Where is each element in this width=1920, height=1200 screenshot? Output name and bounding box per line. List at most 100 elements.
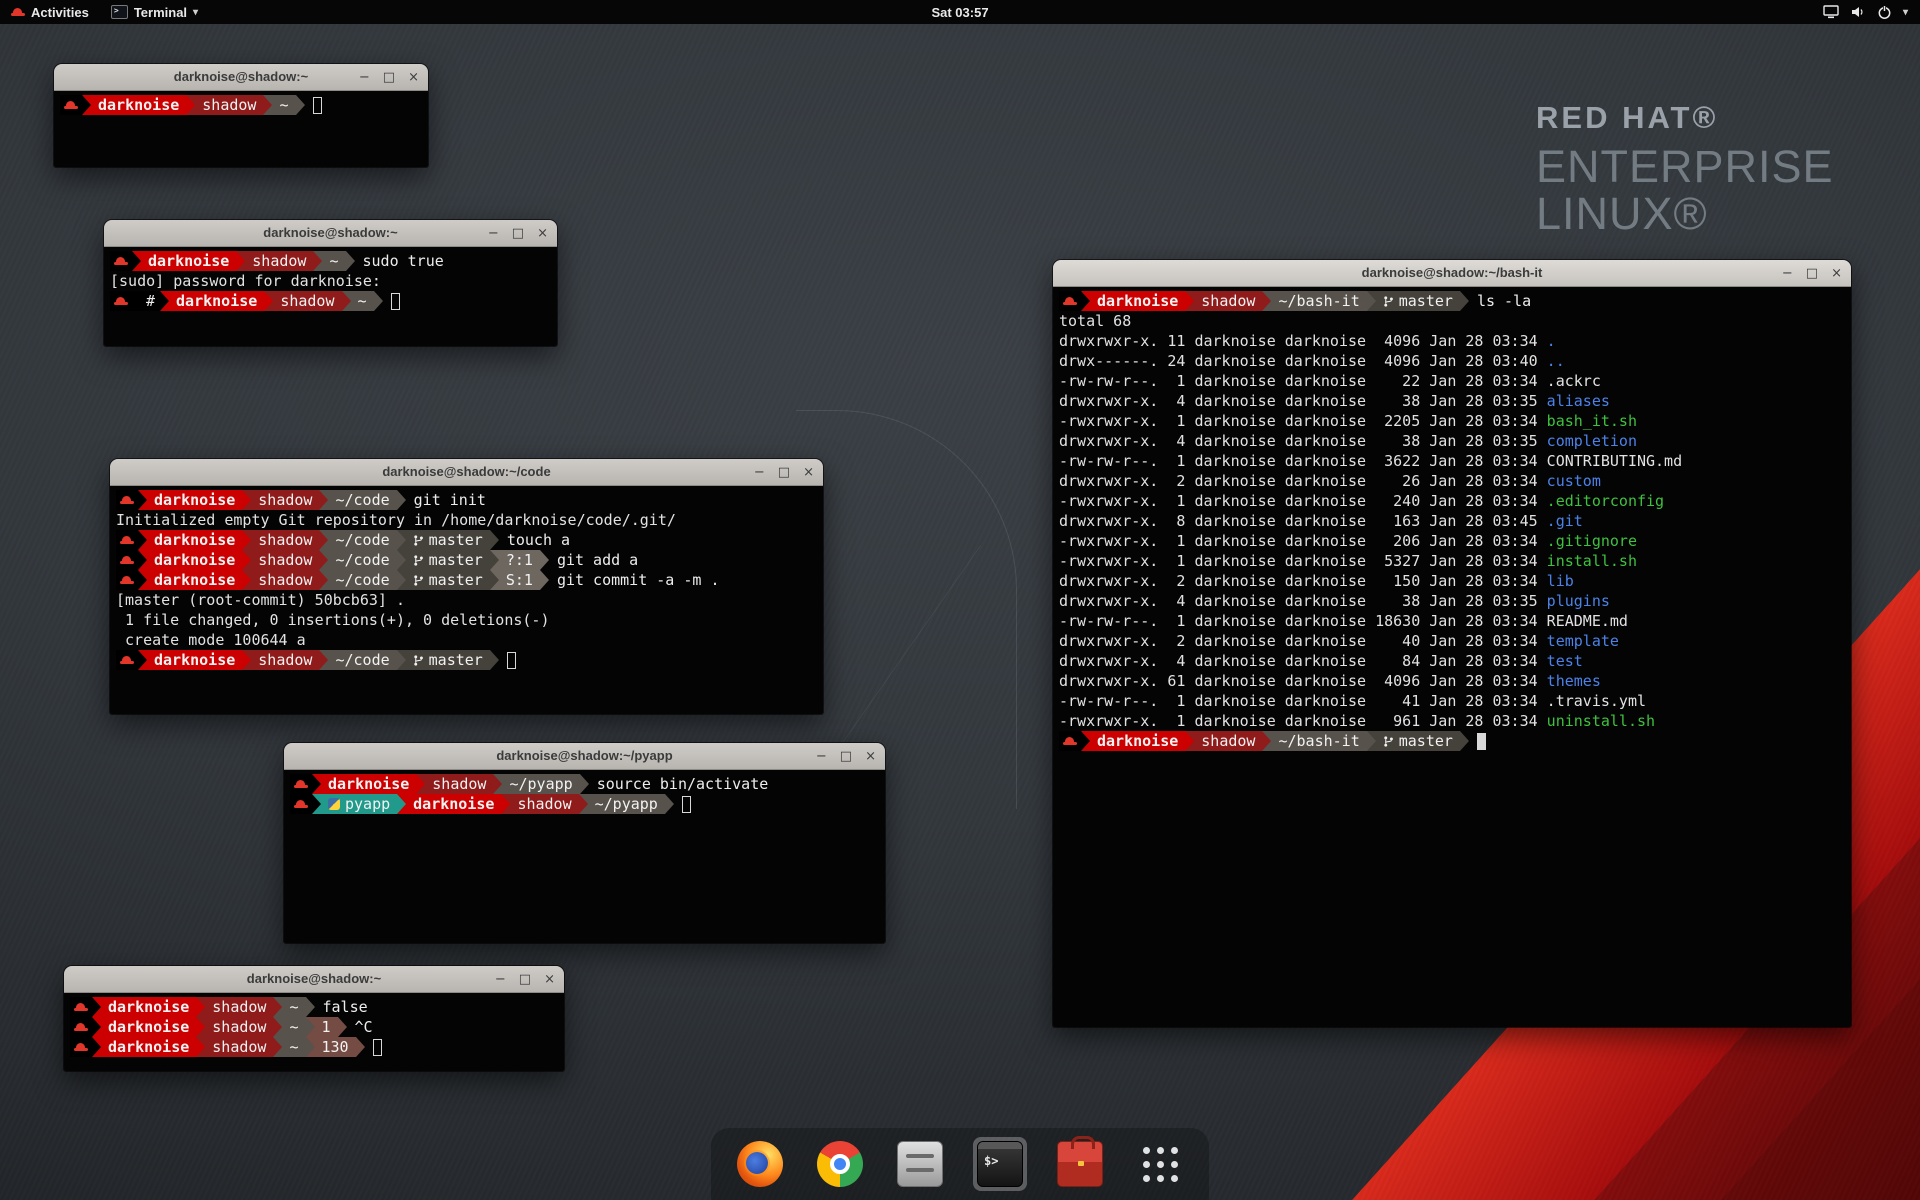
command-text: git add a — [557, 551, 638, 569]
maximize-button[interactable]: □ — [512, 227, 524, 240]
terminal-line: darknoiseshadow~130 — [70, 1037, 558, 1057]
close-button[interactable]: × — [544, 973, 555, 986]
close-button[interactable]: × — [408, 71, 419, 84]
window-titlebar[interactable]: darknoise@shadow:~ − □ × — [54, 64, 428, 91]
activities-button[interactable]: Activities — [0, 0, 100, 24]
prompt-host-segment: shadow — [245, 251, 313, 271]
maximize-button[interactable]: □ — [519, 973, 531, 986]
close-button[interactable]: × — [1831, 267, 1842, 280]
dock-item-show-apps[interactable] — [1133, 1137, 1187, 1191]
window-titlebar[interactable]: darknoise@shadow:~ − □ × — [64, 966, 564, 993]
powerline-arrow — [319, 490, 328, 510]
maximize-button[interactable]: □ — [1806, 267, 1818, 280]
redhat-icon — [294, 779, 308, 790]
close-button[interactable]: × — [803, 466, 814, 479]
brand-enterprise: ENTERPRISE — [1536, 143, 1834, 190]
powerline-arrow — [1367, 291, 1376, 311]
command-text: ^C — [355, 1018, 373, 1036]
powerline-arrow — [196, 1017, 205, 1037]
prompt-hat-segment — [116, 650, 138, 670]
prompt-user-segment: darknoise — [1090, 291, 1185, 311]
toolbox-icon — [1057, 1141, 1103, 1187]
dock-item-terminal[interactable] — [973, 1137, 1027, 1191]
powerline-arrow — [132, 251, 141, 271]
terminal-content[interactable]: darknoiseshadow~falsedarknoiseshadow~1^C… — [64, 993, 564, 1071]
powerline-arrow — [242, 650, 251, 670]
terminal-content[interactable]: darknoiseshadow~sudo true[sudo] password… — [104, 247, 557, 346]
dock-item-chrome[interactable] — [813, 1137, 867, 1191]
prompt-exit-segment: 130 — [315, 1037, 356, 1057]
powerline-arrow — [92, 997, 101, 1017]
maximize-button[interactable]: □ — [383, 71, 395, 84]
prompt-host-segment: shadow — [1194, 291, 1262, 311]
powerline-arrow — [138, 550, 147, 570]
close-button[interactable]: × — [537, 227, 548, 240]
output-text: drwxrwxr-x. 4 darknoise darknoise 38 Jan… — [1059, 592, 1547, 610]
window-titlebar[interactable]: darknoise@shadow:~/code − □ × — [110, 459, 823, 486]
minimize-button[interactable]: − — [488, 227, 499, 240]
terminal-content[interactable]: darknoiseshadow~/pyappsource bin/activat… — [284, 770, 885, 943]
terminal-line: darknoiseshadow~false — [70, 997, 558, 1017]
powerline-arrow — [397, 530, 406, 550]
terminal-line: drwx------. 24 darknoise darknoise 4096 … — [1059, 351, 1845, 371]
terminal-content[interactable]: darknoiseshadow~ — [54, 91, 428, 167]
terminal-cursor — [682, 796, 691, 813]
powerline-arrow — [273, 1017, 282, 1037]
terminal-line: -rwxrwxr-x. 1 darknoise darknoise 240 Ja… — [1059, 491, 1845, 511]
terminal-line: -rw-rw-r--. 1 darknoise darknoise 22 Jan… — [1059, 371, 1845, 391]
command-text: false — [323, 998, 368, 1016]
terminal-line: drwxrwxr-x. 8 darknoise darknoise 163 Ja… — [1059, 511, 1845, 531]
clock[interactable]: Sat 03:57 — [931, 5, 988, 20]
app-menu-terminal[interactable]: Terminal ▾ — [100, 0, 209, 24]
powerline-arrow — [132, 291, 141, 311]
terminal-line: drwxrwxr-x. 4 darknoise darknoise 84 Jan… — [1059, 651, 1845, 671]
prompt-path-segment: ~ — [282, 1017, 305, 1037]
prompt-host-segment: shadow — [205, 1017, 273, 1037]
executable-name: uninstall.sh — [1547, 712, 1655, 730]
powerline-arrow — [313, 251, 322, 271]
window-titlebar[interactable]: darknoise@shadow:~ − □ × — [104, 220, 557, 247]
terminal-window: darknoise@shadow:~/pyapp − □ × darknoise… — [284, 743, 885, 943]
dock-item-firefox[interactable] — [733, 1137, 787, 1191]
window-titlebar[interactable]: darknoise@shadow:~/bash-it − □ × — [1053, 260, 1851, 287]
prompt-hat-segment — [116, 570, 138, 590]
close-button[interactable]: × — [865, 750, 876, 763]
terminal-line: [sudo] password for darknoise: — [110, 271, 551, 291]
wallpaper-line-art — [820, 545, 981, 775]
powerline-arrow — [1262, 291, 1271, 311]
prompt-user-segment: darknoise — [406, 794, 501, 814]
output-text: drwxrwxr-x. 4 darknoise darknoise 38 Jan… — [1059, 392, 1547, 410]
maximize-button[interactable]: □ — [778, 466, 790, 479]
prompt-git-segment: master — [406, 570, 490, 590]
directory-name: plugins — [1547, 592, 1610, 610]
output-text: [master (root-commit) 50bcb63] . — [116, 591, 405, 609]
minimize-button[interactable]: − — [816, 750, 827, 763]
prompt-exit-segment: 1 — [315, 1017, 338, 1037]
powerline-arrow — [242, 490, 251, 510]
dock-item-files[interactable] — [893, 1137, 947, 1191]
brand-redhat: RED HAT® — [1536, 102, 1834, 135]
powerline-arrow — [306, 1017, 315, 1037]
powerline-arrow — [397, 490, 406, 510]
prompt-path-segment: ~ — [282, 1037, 305, 1057]
output-text: [sudo] password for darknoise: — [110, 272, 381, 290]
minimize-button[interactable]: − — [495, 973, 506, 986]
powerline-arrow — [1081, 291, 1090, 311]
powerline-arrow — [493, 774, 502, 794]
system-status-area[interactable]: ▾ — [1811, 0, 1920, 24]
prompt-path-segment: ~/code — [328, 650, 396, 670]
maximize-button[interactable]: □ — [840, 750, 852, 763]
powerline-arrow — [540, 550, 549, 570]
minimize-button[interactable]: − — [1782, 267, 1793, 280]
prompt-hat-segment — [110, 291, 132, 311]
minimize-button[interactable]: − — [359, 71, 370, 84]
terminal-line: darknoiseshadow~/bash-itmaster — [1059, 731, 1845, 751]
terminal-content[interactable]: darknoiseshadow~/bash-itmasterls -latota… — [1053, 287, 1851, 1027]
window-titlebar[interactable]: darknoise@shadow:~/pyapp − □ × — [284, 743, 885, 770]
terminal-content[interactable]: darknoiseshadow~/codegit initInitialized… — [110, 486, 823, 714]
terminal-window: darknoise@shadow:~/code − □ × darknoises… — [110, 459, 823, 714]
powerline-arrow — [397, 550, 406, 570]
minimize-button[interactable]: − — [754, 466, 765, 479]
powerline-arrow — [138, 570, 147, 590]
dock-item-toolbox[interactable] — [1053, 1137, 1107, 1191]
